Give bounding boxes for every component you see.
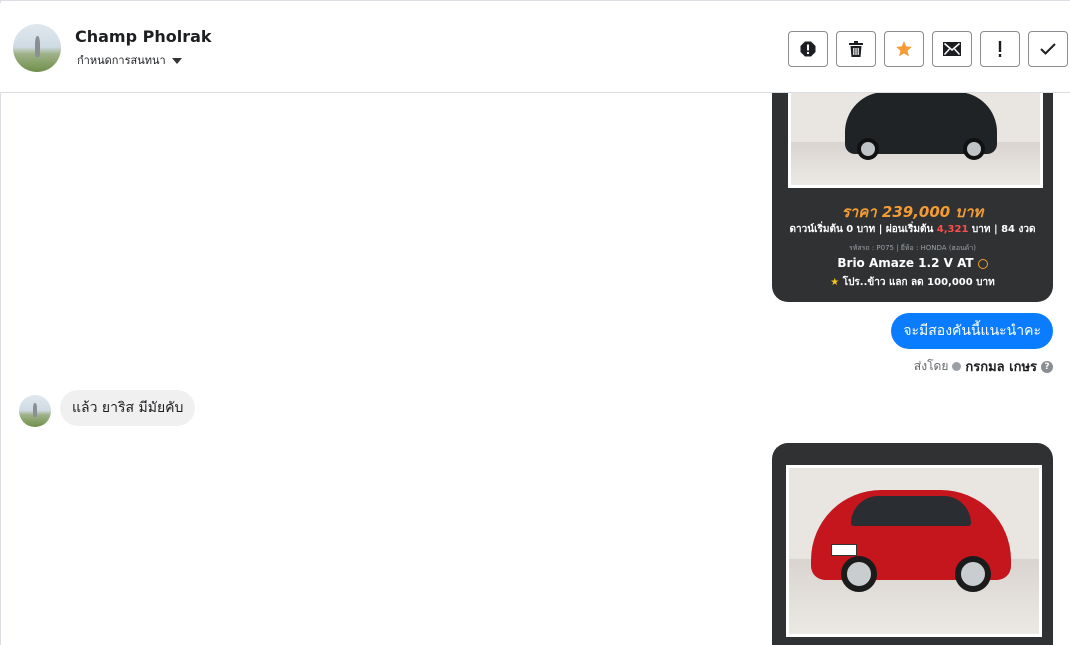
car-code: รหัสรถ : P075 | ยี่ห้อ : HONDA (ฮอนด้า) bbox=[848, 244, 977, 252]
chevron-down-icon bbox=[171, 57, 182, 64]
car-photo-toyota bbox=[786, 465, 1042, 637]
car-price: ราคา 239,000 บาท bbox=[841, 203, 984, 221]
contact-name[interactable]: Champ Pholrak bbox=[75, 27, 212, 46]
conversation-actions bbox=[788, 31, 1068, 67]
incoming-message[interactable]: แล้ว ยาริส มีมัยคับ bbox=[60, 390, 196, 426]
verified-check-icon bbox=[977, 258, 988, 269]
envelope-icon bbox=[943, 42, 961, 56]
contact-avatar[interactable] bbox=[13, 24, 61, 72]
sender-name: กรกมล เกษร bbox=[965, 360, 1037, 375]
mark-done-button[interactable] bbox=[1028, 31, 1068, 67]
sent-by-label: ส่งโดย bbox=[913, 359, 949, 373]
car-promo: ★ โปร..ข้าว แลก ลด 100,000 บาท bbox=[830, 277, 995, 288]
conversation-settings-dropdown[interactable]: กำหนดการสนทนา bbox=[77, 51, 182, 69]
exclamation-icon bbox=[998, 41, 1002, 57]
checkmark-icon bbox=[1040, 43, 1056, 55]
star-icon bbox=[896, 41, 912, 57]
star-icon: ★ bbox=[830, 277, 840, 288]
verified-icon bbox=[952, 362, 962, 371]
conversation-header: Champ Pholrak กำหนดการสนทนา bbox=[0, 3, 1070, 93]
alert-circle-icon bbox=[800, 41, 816, 57]
car-listing-card-2[interactable] bbox=[772, 443, 1053, 645]
down-payment-info: ดาวน์เริ่มต้น 0 บาท | ผ่อนเริ่มต้น 4,321… bbox=[789, 224, 1036, 235]
car-model: Brio Amaze 1.2 V AT bbox=[772, 256, 1053, 270]
mark-spam-button[interactable] bbox=[788, 31, 828, 67]
star-button[interactable] bbox=[884, 31, 924, 67]
trash-icon bbox=[849, 41, 863, 57]
car-photo-honda bbox=[788, 93, 1043, 188]
installment-amount: 4,321 bbox=[936, 224, 969, 235]
car-listing-card-1[interactable]: ราคา 239,000 บาท ดาวน์เริ่มต้น 0 บาท | ผ… bbox=[772, 93, 1053, 302]
follow-up-button[interactable] bbox=[980, 31, 1020, 67]
outgoing-message[interactable]: จะมีสองคันนี้แนะนำคะ bbox=[891, 313, 1053, 349]
mark-unread-button[interactable] bbox=[932, 31, 972, 67]
sent-by-info: ส่งโดย กรกมล เกษร ? bbox=[914, 356, 1053, 377]
contact-avatar-small[interactable] bbox=[19, 395, 51, 427]
help-icon[interactable]: ? bbox=[1041, 360, 1053, 373]
delete-button[interactable] bbox=[836, 31, 876, 67]
conversation-settings-label: กำหนดการสนทนา bbox=[77, 54, 166, 67]
